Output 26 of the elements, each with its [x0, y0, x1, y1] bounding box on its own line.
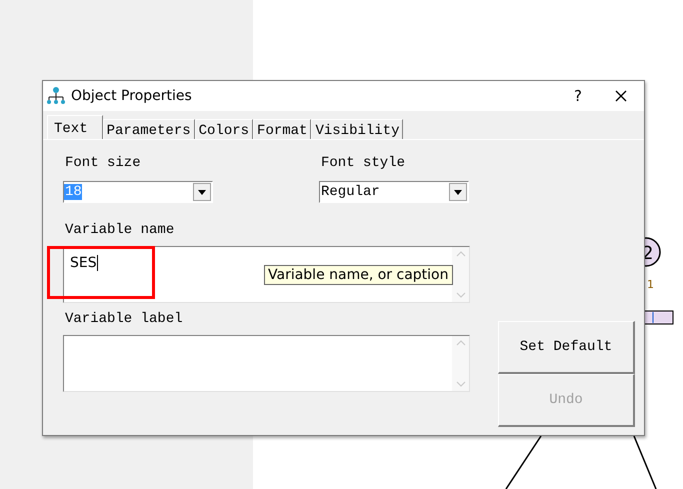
font-style-dropdown[interactable]: Regular — [319, 181, 469, 203]
scroll-down-icon[interactable] — [456, 381, 466, 387]
tab[interactable]: Text — [47, 115, 103, 139]
window-title: Object Properties — [71, 88, 193, 104]
tooltip: Variable name, or caption — [264, 265, 452, 285]
connector-line — [633, 436, 657, 489]
tab[interactable]: Visibility — [311, 119, 404, 139]
dropdown-arrow-icon[interactable] — [454, 190, 462, 194]
path-label: 1 — [647, 278, 654, 291]
field-label: Variable name — [64, 221, 176, 239]
field-label: Font style — [320, 154, 406, 172]
field-label: Variable label — [64, 310, 184, 328]
field-label: Font size — [64, 154, 142, 172]
variable-label-field[interactable] — [63, 335, 470, 392]
tab[interactable]: Colors — [194, 119, 254, 139]
dropdown-arrow-icon[interactable] — [198, 190, 206, 194]
help-button[interactable]: ? — [563, 87, 593, 105]
scroll-up-icon[interactable] — [456, 340, 466, 346]
scroll-down-icon[interactable] — [456, 292, 466, 298]
dialog-button[interactable]: Set Default — [498, 321, 635, 374]
network-icon — [46, 86, 66, 106]
close-icon[interactable] — [615, 90, 627, 102]
tab[interactable]: Format — [253, 119, 312, 139]
tab[interactable]: Parameters — [102, 119, 195, 139]
connector-line — [505, 436, 542, 489]
scroll-up-icon[interactable] — [456, 251, 466, 257]
